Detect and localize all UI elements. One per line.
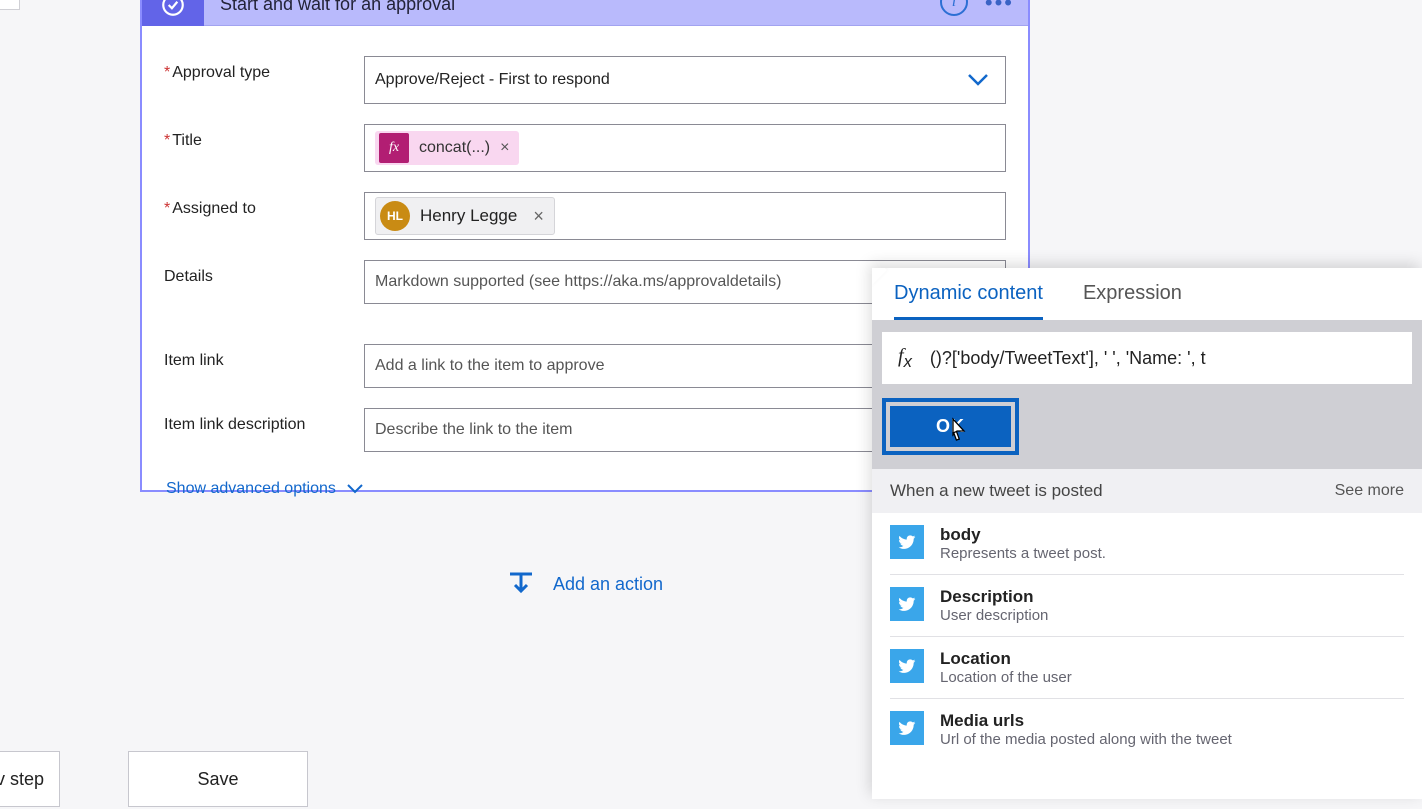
- item-desc-placeholder: Describe the link to the item: [375, 421, 572, 439]
- title-label: Title: [164, 124, 364, 150]
- add-action-label: Add an action: [553, 574, 663, 595]
- list-item[interactable]: Media urls Url of the media posted along…: [890, 699, 1404, 760]
- expression-token[interactable]: fx concat(...) ×: [375, 131, 519, 165]
- item-title: Media urls: [940, 711, 1232, 731]
- info-icon[interactable]: i: [940, 0, 968, 16]
- list-item[interactable]: Location Location of the user: [890, 637, 1404, 699]
- section-title: When a new tweet is posted: [890, 481, 1103, 501]
- expression-area: fx ()?['body/TweetText'], ' ', 'Name: ',…: [872, 320, 1422, 469]
- item-link-placeholder: Add a link to the item to approve: [375, 357, 604, 375]
- see-more-link[interactable]: See more: [1335, 482, 1404, 500]
- tab-expression[interactable]: Expression: [1083, 282, 1182, 320]
- person-chip[interactable]: HL Henry Legge ×: [375, 197, 555, 235]
- person-name: Henry Legge: [420, 206, 517, 226]
- twitter-icon: [890, 587, 924, 621]
- assigned-label: Assigned to: [164, 192, 364, 218]
- left-card-stub: [0, 0, 20, 10]
- chevron-down-icon: [346, 483, 364, 495]
- fx-icon: fx: [379, 133, 409, 163]
- item-desc-label: Item link description: [164, 408, 364, 434]
- list-item[interactable]: body Represents a tweet post.: [890, 513, 1404, 575]
- chevron-down-icon: [967, 73, 989, 87]
- item-link-label: Item link: [164, 344, 364, 370]
- approval-type-value: Approve/Reject - First to respond: [375, 71, 610, 89]
- close-icon[interactable]: ×: [533, 206, 544, 227]
- item-title: Location: [940, 649, 1072, 669]
- close-icon[interactable]: ×: [500, 139, 509, 157]
- expression-input[interactable]: fx ()?['body/TweetText'], ' ', 'Name: ',…: [882, 332, 1412, 384]
- approval-type-select[interactable]: Approve/Reject - First to respond: [364, 56, 1006, 104]
- item-subtitle: User description: [940, 607, 1048, 624]
- dynamic-items-list: body Represents a tweet post. Descriptio…: [872, 513, 1422, 760]
- item-subtitle: Url of the media posted along with the t…: [940, 731, 1232, 748]
- details-placeholder: Markdown supported (see https://aka.ms/a…: [375, 273, 781, 291]
- card-title: Start and wait for an approval: [220, 0, 455, 15]
- more-icon[interactable]: •••: [985, 0, 1014, 16]
- item-subtitle: Location of the user: [940, 669, 1072, 686]
- insert-icon: [507, 570, 535, 598]
- title-input[interactable]: fx concat(...) ×: [364, 124, 1006, 172]
- tab-dynamic-content[interactable]: Dynamic content: [894, 282, 1043, 320]
- approval-icon: [142, 0, 204, 26]
- item-subtitle: Represents a tweet post.: [940, 545, 1106, 562]
- twitter-icon: [890, 711, 924, 745]
- expression-text: ()?['body/TweetText'], ' ', 'Name: ', t: [930, 348, 1206, 369]
- ok-button-highlight: OK: [882, 398, 1019, 455]
- details-label: Details: [164, 260, 364, 286]
- section-header: When a new tweet is posted See more: [872, 469, 1422, 513]
- token-label: concat(...): [419, 139, 490, 157]
- twitter-icon: [890, 649, 924, 683]
- dynamic-content-panel: Dynamic content Expression fx ()?['body/…: [872, 268, 1422, 799]
- approval-type-label: Approval type: [164, 56, 364, 82]
- twitter-icon: [890, 525, 924, 559]
- assigned-input[interactable]: HL Henry Legge ×: [364, 192, 1006, 240]
- fx-icon: fx: [898, 345, 912, 372]
- ok-button[interactable]: OK: [890, 406, 1011, 447]
- bottom-bar: v step Save: [0, 751, 360, 809]
- item-title: body: [940, 525, 1106, 545]
- panel-tabs: Dynamic content Expression: [872, 268, 1422, 320]
- list-item[interactable]: Description User description: [890, 575, 1404, 637]
- avatar: HL: [380, 201, 410, 231]
- advanced-label: Show advanced options: [166, 480, 336, 498]
- item-title: Description: [940, 587, 1048, 607]
- card-header[interactable]: Start and wait for an approval i •••: [142, 0, 1028, 26]
- show-advanced-link[interactable]: Show advanced options: [166, 480, 364, 498]
